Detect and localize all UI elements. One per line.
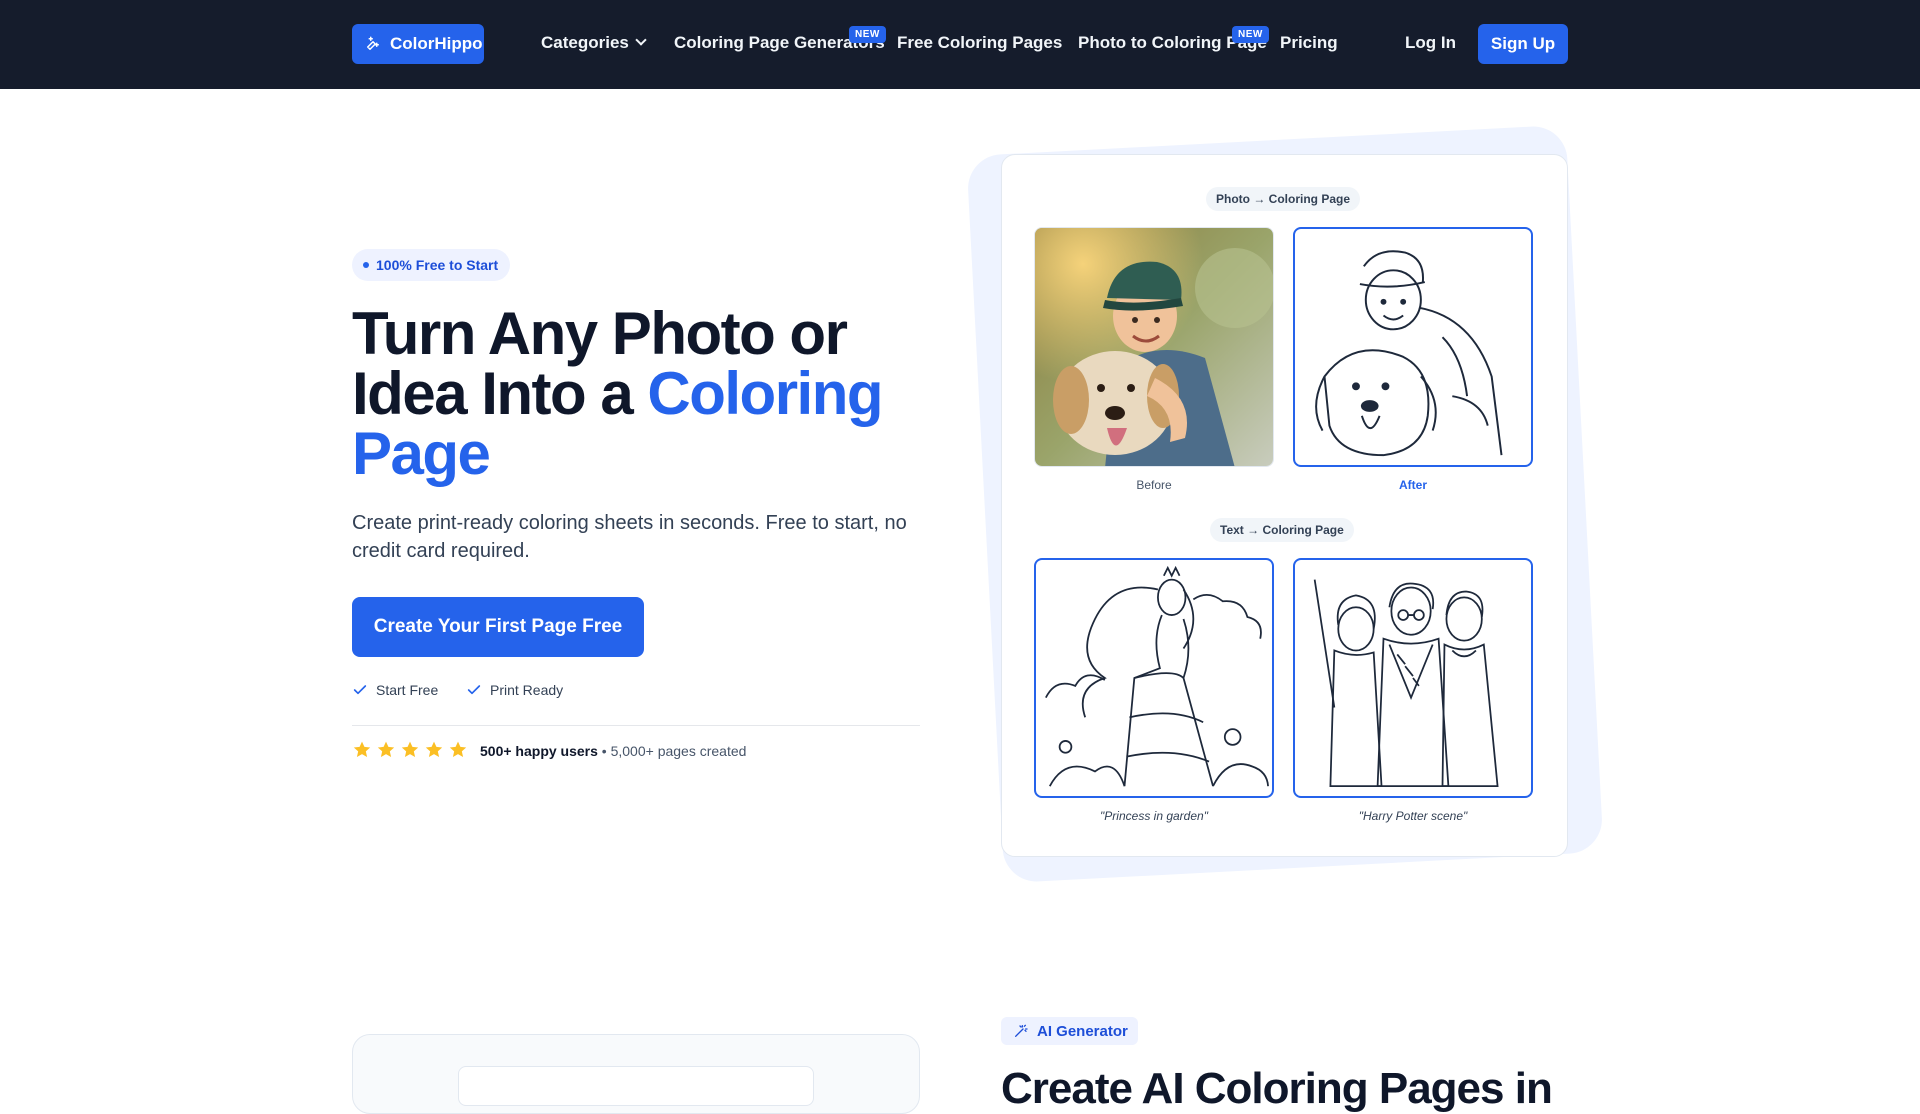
princess-line-art — [1045, 565, 1269, 787]
photo-to-coloring-tag: Photo → Coloring Page — [1206, 187, 1360, 211]
hero-subtitle: Create print-ready coloring sheets in se… — [352, 512, 907, 562]
nav-categories-label: Categories — [541, 33, 629, 52]
star-icon — [353, 741, 371, 757]
harry-potter-coloring-image — [1293, 558, 1533, 798]
free-to-start-pill: 100% Free to Start — [352, 249, 511, 281]
harry-potter-prompt-caption: "Harry Potter scene" — [1358, 809, 1468, 823]
login-link[interactable]: Log In — [1405, 33, 1456, 53]
feature-label: Start Free — [376, 682, 439, 698]
top-navbar: ColorHippo Categories Coloring Page Gene… — [0, 0, 1920, 89]
happy-users-count: 500+ happy users — [480, 743, 598, 759]
check-icon — [467, 685, 481, 695]
after-coloring-page-image — [1293, 227, 1533, 467]
magic-wand-icon — [1015, 1024, 1028, 1037]
social-proof: 500+ happy users • 5,000+ pages created — [480, 743, 746, 759]
create-first-page-button[interactable]: Create Your First Page Free — [352, 597, 644, 657]
nav-free-coloring-pages[interactable]: Free Coloring Pages — [897, 33, 1062, 53]
feature-print-ready: Print Ready — [466, 682, 563, 698]
princess-prompt-caption: "Princess in garden" — [1100, 809, 1208, 823]
sparkles-icon — [367, 36, 379, 50]
hero-title: Turn Any Photo or Idea Into a Coloring P… — [352, 304, 932, 484]
ai-generator-label: AI Generator — [1037, 1022, 1128, 1040]
star-icon — [401, 741, 419, 757]
separator: • — [597, 743, 611, 759]
before-caption: Before — [1136, 478, 1172, 492]
before-photo-image — [1034, 227, 1274, 467]
text-to-coloring-tag: Text → Coloring Page — [1210, 518, 1354, 542]
logo-label: ColorHippo — [390, 34, 483, 53]
logo-button[interactable]: ColorHippo — [352, 24, 484, 64]
login-label: Log In — [1405, 33, 1456, 52]
feature-label: Print Ready — [490, 682, 564, 698]
nav-pricing-label: Pricing — [1280, 33, 1338, 52]
ai-generator-pill: AI Generator — [1001, 1017, 1138, 1045]
pages-created-count: 5,000+ pages created — [610, 743, 747, 759]
star-icon — [377, 741, 395, 757]
new-badge: NEW — [849, 26, 886, 43]
after-caption: After — [1398, 478, 1427, 492]
chevron-down-icon — [635, 34, 647, 46]
signup-label: Sign Up — [1490, 34, 1556, 53]
ai-generator-heading: Create AI Coloring Pages in — [1001, 1064, 1553, 1113]
boy-and-dog-line-art — [1315, 250, 1503, 457]
new-badge: NEW — [1232, 26, 1269, 43]
cta-label: Create Your First Page Free — [373, 616, 623, 637]
star-rating — [352, 740, 468, 760]
star-icon — [449, 741, 467, 757]
nav-categories[interactable]: Categories — [541, 33, 647, 53]
nav-pricing[interactable]: Pricing — [1280, 33, 1338, 53]
signup-button[interactable]: Sign Up — [1478, 24, 1568, 64]
feature-start-free: Start Free — [352, 682, 438, 698]
harry-potter-line-art — [1313, 579, 1499, 788]
divider — [352, 725, 920, 726]
nav-free-pages-label: Free Coloring Pages — [897, 33, 1063, 52]
check-icon — [353, 685, 367, 695]
princess-coloring-image — [1034, 558, 1274, 798]
generator-prompt-input[interactable] — [458, 1066, 814, 1106]
star-icon — [425, 741, 443, 757]
boy-and-dog-photo — [1035, 228, 1273, 466]
